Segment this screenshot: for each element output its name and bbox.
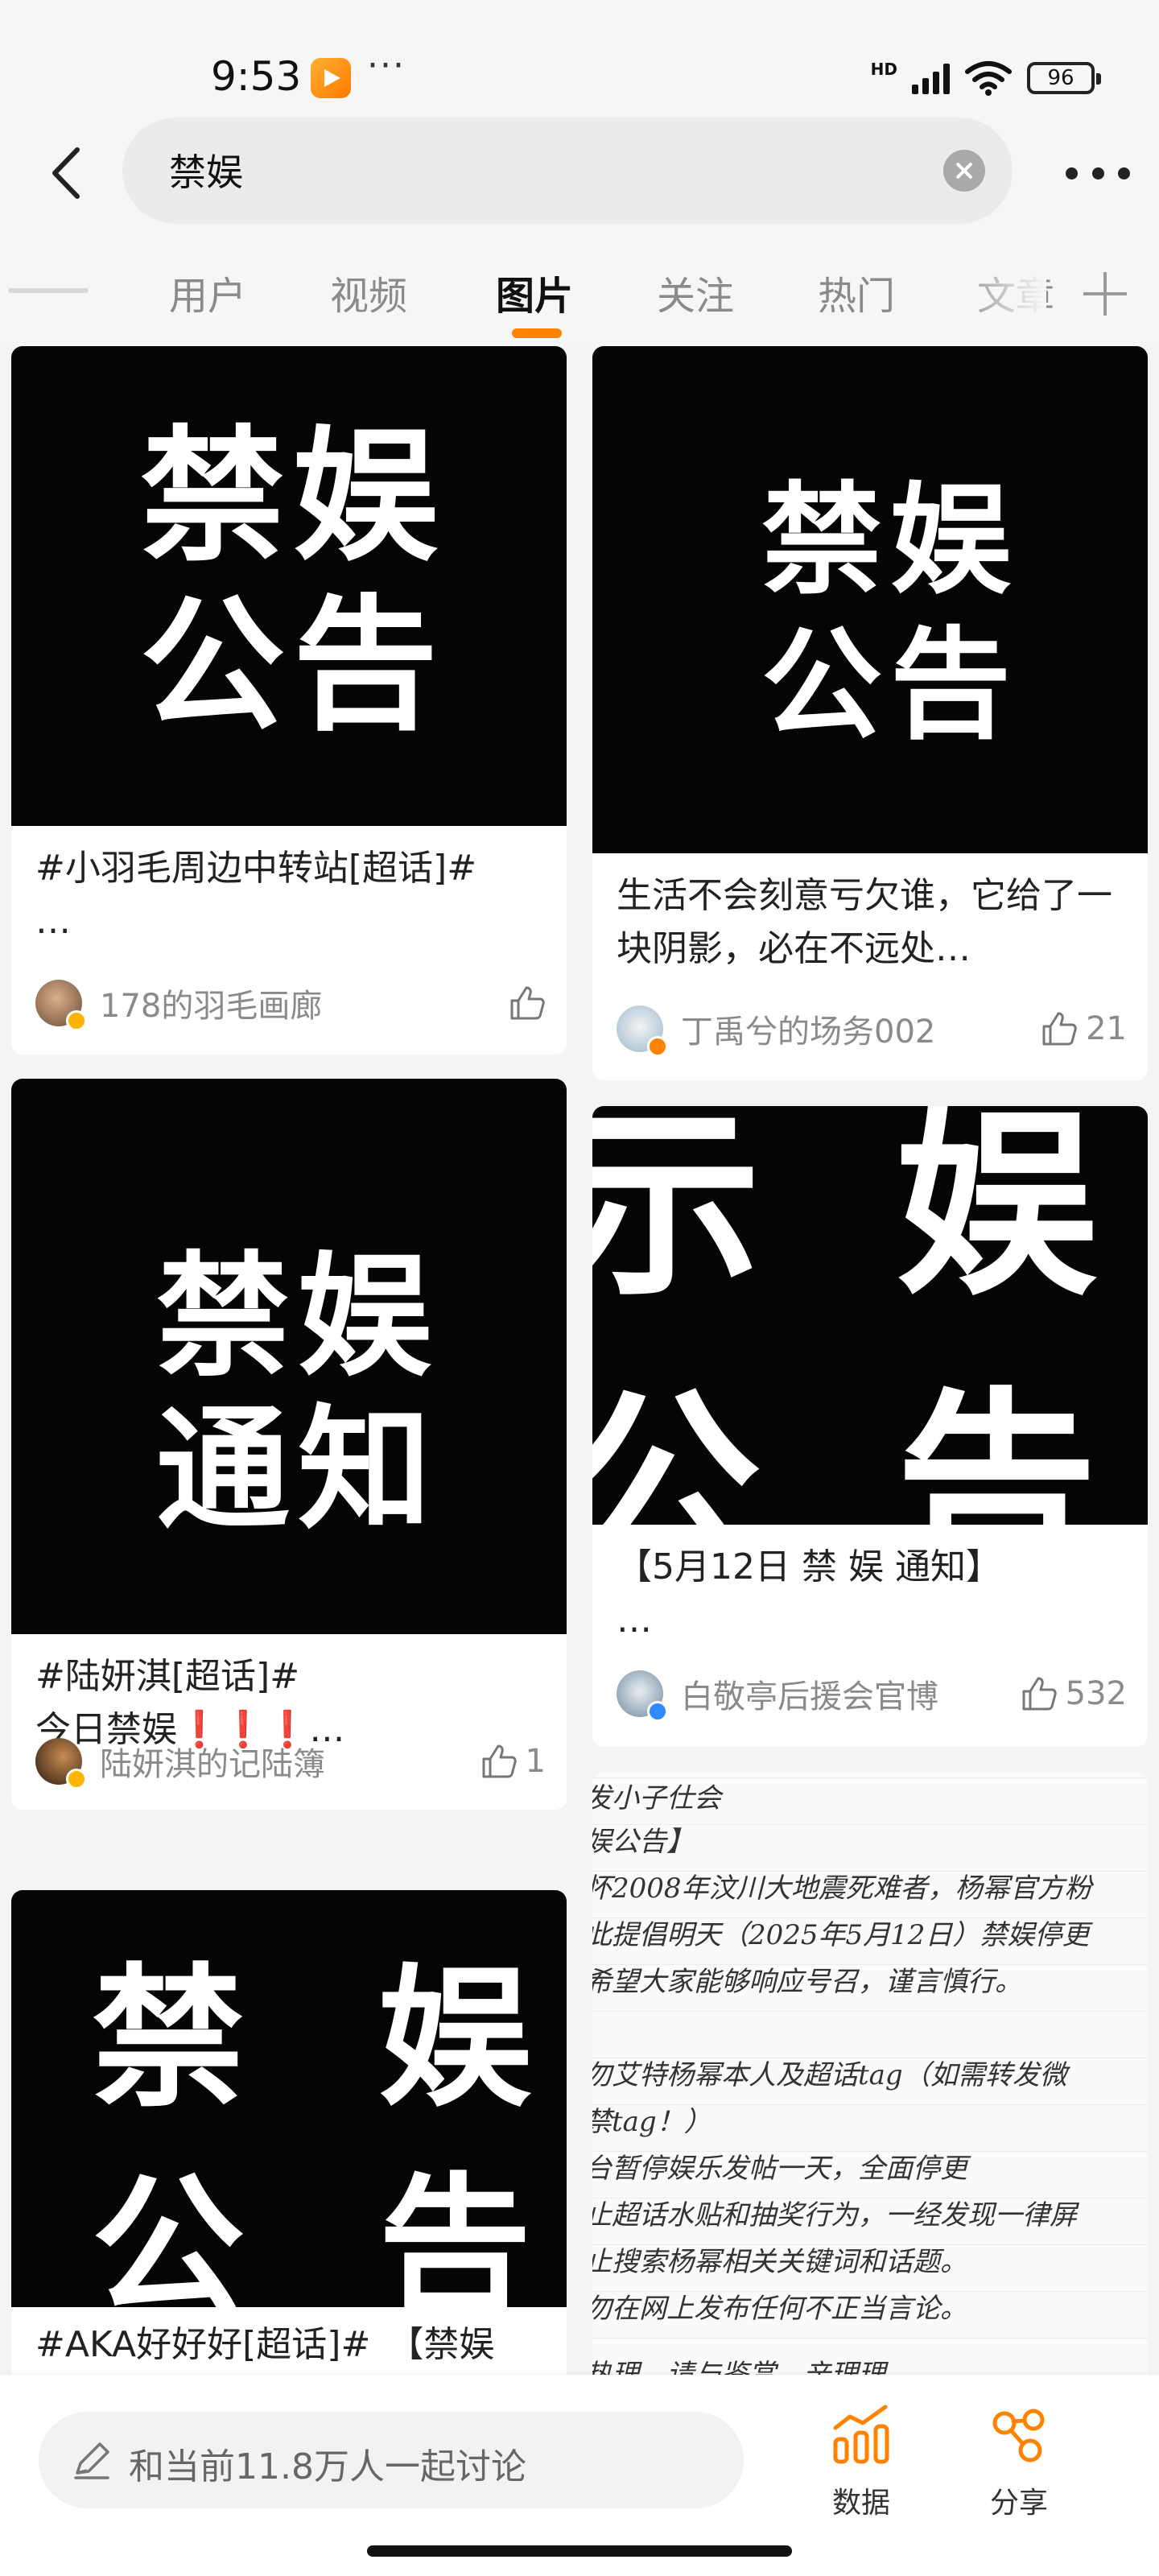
note-line: 台暂停娱乐发帖一天，全面停更 — [592, 2153, 967, 2185]
image-text-line: 公告 — [761, 616, 1020, 756]
clock: 9:53 — [211, 53, 302, 100]
more-options-icon[interactable] — [1066, 167, 1130, 180]
like-count: 21 — [1086, 1010, 1127, 1047]
post-meta: 白敬亭后援会官博 532 — [617, 1670, 1127, 1722]
more-notifications-icon: ··· — [367, 45, 406, 86]
share-button[interactable]: 分享 — [963, 2404, 1075, 2549]
post-meta: 陆妍淇的记陆簿 1 — [35, 1737, 546, 1790]
post-card[interactable]: 发小子仕会 娱公告】 怀2008年汶川大地震死难者，杨幂官方粉 此提倡明天（20… — [592, 1773, 1148, 2375]
image-text-line: 公 告 — [92, 2157, 567, 2307]
video-app-icon — [311, 58, 351, 98]
share-label: 分享 — [989, 2487, 1048, 2520]
post-meta: 178的羽毛画廊 — [35, 979, 546, 1031]
status-icons: HD 96 — [870, 60, 1101, 97]
image-text-line: 通知 — [156, 1393, 439, 1548]
note-line: 止搜索杨幂相关关键词和话题。 — [592, 2246, 967, 2278]
post-text: 【5月12日 禁 娱 通知】 … — [617, 1546, 1001, 1641]
search-tabs: 用户 视频 图片 关注 热门 文章 — [0, 233, 1159, 346]
tab-hot[interactable]: 热门 — [818, 264, 895, 320]
verified-badge-icon — [66, 1769, 87, 1790]
verified-badge-icon — [647, 1701, 668, 1722]
image-text-line: 公告 — [140, 582, 447, 750]
tab-partial-hidden[interactable] — [8, 288, 89, 293]
network-type: HD — [870, 60, 897, 79]
avatar[interactable] — [617, 1670, 668, 1722]
post-text: #AKA好好好[超话]# 【禁娱 — [35, 2324, 495, 2365]
pencil-icon — [74, 2442, 109, 2479]
post-meta: 丁禹兮的场务002 21 — [617, 1005, 1127, 1057]
tab-users[interactable]: 用户 — [169, 264, 246, 320]
image-text-line: 示 娱 — [592, 1106, 1130, 1323]
avatar[interactable] — [617, 1005, 668, 1057]
battery-indicator: 96 — [1027, 62, 1101, 94]
avatar[interactable] — [35, 980, 87, 1031]
tabs-fade — [950, 250, 1046, 330]
image-text-line: 禁 娱 — [92, 1948, 567, 2128]
wifi-icon — [965, 61, 1012, 96]
post-image[interactable]: 示 娱 公 告 — [592, 1106, 1148, 1525]
share-icon — [992, 2409, 1045, 2462]
discuss-placeholder: 和当前11.8万人一起讨论 — [129, 2446, 526, 2487]
note-line: 勿在网上发布任何不正当言论。 — [592, 2293, 967, 2325]
status-bar: 9:53 ··· HD 96 — [0, 0, 1159, 113]
post-image-handwritten-note[interactable]: 发小子仕会 娱公告】 怀2008年汶川大地震死难者，杨幂官方粉 此提倡明天（20… — [592, 1773, 1148, 2375]
note-line: 怀2008年汶川大地震死难者，杨幂官方粉 — [592, 1872, 1092, 1905]
post-text: #小羽毛周边中转站[超话]# … — [35, 848, 477, 942]
post-card[interactable]: 禁娱 公告 #小羽毛周边中转站[超话]# … 178的羽毛画廊 — [11, 346, 567, 1055]
verified-badge-icon — [66, 1010, 87, 1031]
weibo-search-screen: 9:53 ··· HD 96 用户 — [0, 0, 1159, 2576]
data-label: 数据 — [831, 2487, 890, 2520]
home-indicator[interactable] — [367, 2545, 792, 2557]
tab-videos[interactable]: 视频 — [330, 264, 407, 320]
search-bar[interactable] — [122, 118, 1013, 224]
back-arrow-icon[interactable] — [40, 145, 97, 201]
tab-following[interactable]: 关注 — [657, 264, 734, 320]
note-line: 发小子仕会 — [592, 1782, 721, 1814]
clear-search-icon[interactable] — [943, 150, 985, 192]
author-name[interactable]: 178的羽毛画廊 — [100, 980, 509, 1026]
active-tab-indicator — [512, 328, 562, 338]
tab-images[interactable]: 图片 — [496, 264, 573, 320]
data-button[interactable]: 数据 — [805, 2404, 918, 2549]
note-line: 此提倡明天（2025年5月12日）禁娱停更 — [592, 1919, 1090, 1951]
bar-chart-icon — [833, 2405, 889, 2464]
discuss-input[interactable]: 和当前11.8万人一起讨论 — [39, 2412, 744, 2508]
note-line: 勿艾特杨幂本人及超话tag（如需转发微 — [592, 2059, 1067, 2091]
thumbs-up-icon[interactable] — [1041, 1010, 1078, 1047]
post-image[interactable]: 禁 娱 公 告 — [11, 1890, 567, 2307]
post-text: 生活不会刻意亏欠谁，它给了一块阴影，必在不远处… — [617, 875, 1112, 969]
post-image[interactable]: 禁娱 公告 — [592, 346, 1148, 853]
search-input[interactable] — [169, 142, 893, 198]
note-line: 禁tag！） — [592, 2106, 711, 2138]
author-name[interactable]: 丁禹兮的场务002 — [681, 1005, 1041, 1052]
post-image[interactable]: 禁娱 通知 — [11, 1079, 567, 1634]
avatar[interactable] — [35, 1738, 87, 1790]
thumbs-up-icon[interactable] — [481, 1743, 518, 1780]
image-results-feed: 禁娱 公告 #小羽毛周边中转站[超话]# … 178的羽毛画廊 禁娱 公告 生活… — [0, 346, 1159, 2375]
search-header — [0, 113, 1159, 233]
image-text-line: 公 告 — [592, 1370, 1130, 1525]
signal-icon — [912, 62, 950, 94]
post-card[interactable]: 示 娱 公 告 【5月12日 禁 娱 通知】 … 白敬亭后援会官博 532 — [592, 1106, 1148, 1747]
thumbs-up-icon[interactable] — [1021, 1675, 1058, 1712]
author-name[interactable]: 陆妍淇的记陆簿 — [100, 1738, 481, 1785]
verified-badge-icon — [647, 1036, 668, 1057]
note-line: 娱公告】 — [592, 1826, 694, 1858]
note-line: 希望大家能够响应号召，谨言慎行。 — [592, 1966, 1022, 1998]
post-card[interactable]: 禁娱 通知 #陆妍淇[超话]# 今日禁娱❗❗❗… 陆妍淇的记陆簿 1 — [11, 1079, 567, 1810]
add-tab-icon[interactable] — [1083, 272, 1127, 316]
like-count: 532 — [1065, 1675, 1127, 1712]
post-image[interactable]: 禁娱 公告 — [11, 346, 567, 826]
author-name[interactable]: 白敬亭后援会官博 — [681, 1670, 1021, 1717]
note-line: 热理，请与鉴赏，辛理理…… — [592, 2359, 940, 2375]
like-count: 1 — [525, 1743, 546, 1780]
post-card[interactable]: 禁娱 公告 生活不会刻意亏欠谁，它给了一块阴影，必在不远处… 丁禹兮的场务002… — [592, 346, 1148, 1080]
thumbs-up-icon[interactable] — [509, 985, 546, 1022]
post-card[interactable]: 禁 娱 公 告 #AKA好好好[超话]# 【禁娱 — [11, 1890, 567, 2375]
note-line: 止超话水贴和抽奖行为，一经发现一律屏 — [592, 2199, 1077, 2231]
